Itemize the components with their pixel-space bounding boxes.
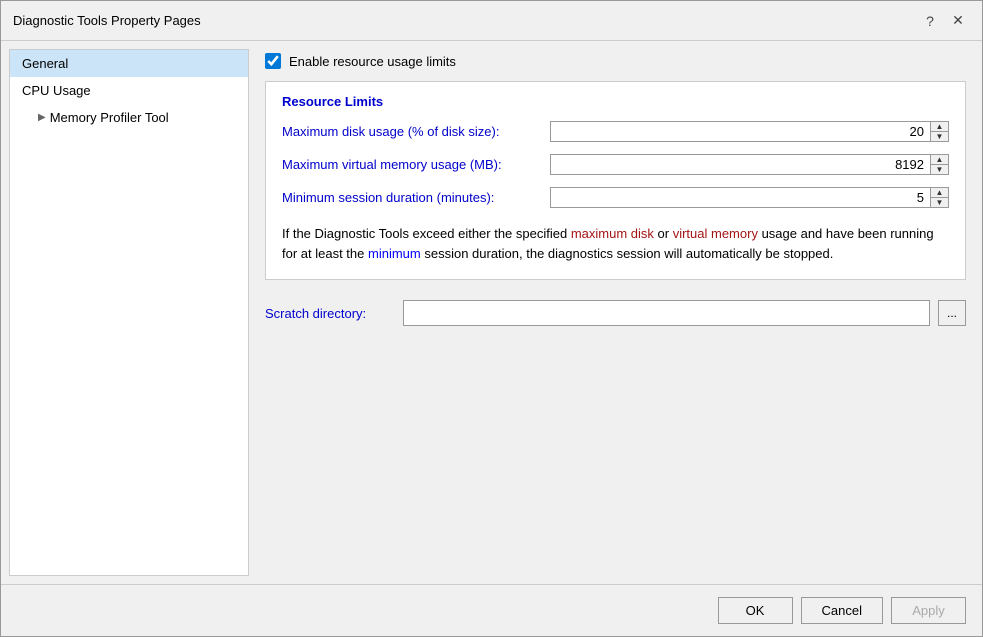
close-button[interactable]: ✕ (946, 9, 970, 33)
resource-limits-title: Resource Limits (282, 94, 949, 109)
disk-usage-input[interactable]: 20 (551, 122, 930, 141)
sidebar-item-cpu-usage[interactable]: CPU Usage (10, 77, 248, 104)
enable-checkbox[interactable] (265, 53, 281, 69)
title-bar: Diagnostic Tools Property Pages ? ✕ (1, 1, 982, 41)
sidebar-item-general[interactable]: General (10, 50, 248, 77)
disk-usage-up-btn[interactable]: ▲ (931, 122, 948, 132)
session-duration-row: Minimum session duration (minutes): 5 ▲ … (282, 187, 949, 208)
resource-limits-group: Resource Limits Maximum disk usage (% of… (265, 81, 966, 280)
disk-usage-label: Maximum disk usage (% of disk size): (282, 124, 542, 139)
info-text: If the Diagnostic Tools exceed either th… (282, 220, 949, 267)
apply-button[interactable]: Apply (891, 597, 966, 624)
sidebar-item-memory-profiler[interactable]: ▶ Memory Profiler Tool (10, 104, 248, 131)
content-area: Enable resource usage limits Resource Li… (249, 41, 982, 584)
session-duration-spinner: 5 ▲ ▼ (550, 187, 949, 208)
chevron-right-icon: ▶ (38, 112, 46, 123)
disk-usage-spinner: 20 ▲ ▼ (550, 121, 949, 142)
virtual-memory-input[interactable]: 8192 (551, 155, 930, 174)
enable-row: Enable resource usage limits (265, 53, 966, 69)
highlight-max-disk: maximum disk (571, 226, 654, 241)
virtual-memory-spinner-btns: ▲ ▼ (930, 155, 948, 174)
enable-label: Enable resource usage limits (289, 54, 456, 69)
dialog-body: General CPU Usage ▶ Memory Profiler Tool… (1, 41, 982, 584)
session-duration-input[interactable]: 5 (551, 188, 930, 207)
virtual-memory-up-btn[interactable]: ▲ (931, 155, 948, 165)
scratch-directory-row: Scratch directory: ... (265, 300, 966, 326)
scratch-directory-label: Scratch directory: (265, 306, 395, 321)
sidebar: General CPU Usage ▶ Memory Profiler Tool (9, 49, 249, 576)
disk-usage-spinner-btns: ▲ ▼ (930, 122, 948, 141)
sidebar-item-general-label: General (22, 56, 68, 71)
session-duration-up-btn[interactable]: ▲ (931, 188, 948, 198)
highlight-minimum: minimum (368, 246, 421, 261)
dialog: Diagnostic Tools Property Pages ? ✕ Gene… (0, 0, 983, 637)
virtual-memory-down-btn[interactable]: ▼ (931, 165, 948, 174)
virtual-memory-row: Maximum virtual memory usage (MB): 8192 … (282, 154, 949, 175)
sidebar-item-memory-label: Memory Profiler Tool (50, 110, 169, 125)
session-duration-label: Minimum session duration (minutes): (282, 190, 542, 205)
browse-button[interactable]: ... (938, 300, 966, 326)
cancel-button[interactable]: Cancel (801, 597, 883, 624)
virtual-memory-spinner: 8192 ▲ ▼ (550, 154, 949, 175)
title-bar-controls: ? ✕ (918, 9, 970, 33)
sidebar-item-cpu-label: CPU Usage (22, 83, 91, 98)
help-button[interactable]: ? (918, 9, 942, 33)
highlight-virtual-memory: virtual memory (673, 226, 758, 241)
disk-usage-down-btn[interactable]: ▼ (931, 132, 948, 141)
session-duration-down-btn[interactable]: ▼ (931, 198, 948, 207)
virtual-memory-label: Maximum virtual memory usage (MB): (282, 157, 542, 172)
disk-usage-row: Maximum disk usage (% of disk size): 20 … (282, 121, 949, 142)
session-duration-spinner-btns: ▲ ▼ (930, 188, 948, 207)
ok-button[interactable]: OK (718, 597, 793, 624)
dialog-footer: OK Cancel Apply (1, 584, 982, 636)
dialog-title: Diagnostic Tools Property Pages (13, 13, 201, 28)
scratch-directory-input[interactable] (403, 300, 930, 326)
